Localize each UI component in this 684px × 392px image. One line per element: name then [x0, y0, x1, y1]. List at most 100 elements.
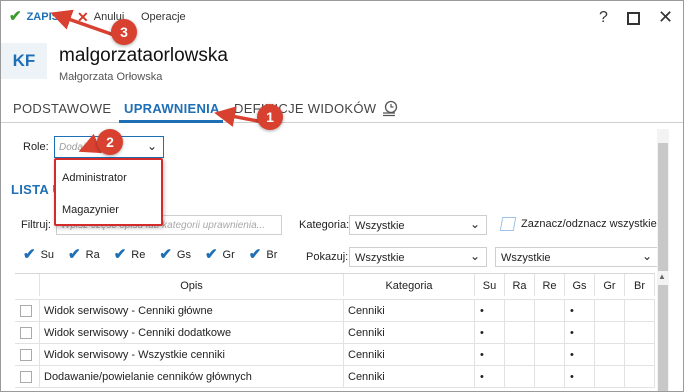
- checkbox-label: Gs: [176, 249, 191, 261]
- show-label: Pokazuj:: [306, 251, 349, 263]
- checkbox-label: Gr: [222, 249, 235, 261]
- cell-re: [535, 344, 565, 366]
- table-row[interactable]: Widok serwisowy - Wszystkie cenniki Cenn…: [15, 344, 655, 366]
- column-header-kategoria[interactable]: Kategoria: [344, 274, 475, 296]
- cancel-icon: ✕: [77, 9, 89, 25]
- category-label: Kategoria:: [299, 219, 350, 231]
- cell-kategoria: Cenniki: [344, 366, 475, 388]
- roles-label: Role:: [23, 141, 49, 153]
- select-all-icon: [499, 217, 517, 231]
- cell-re: [535, 366, 565, 388]
- table-row[interactable]: Widok serwisowy - Cenniki główne Cenniki…: [15, 300, 655, 322]
- check-icon: ✔: [248, 246, 262, 263]
- toggle-all-label: Zaznacz/odznacz wszystkie: [521, 218, 657, 230]
- checkbox-label: Su: [40, 249, 55, 261]
- cell-gr: [595, 366, 625, 388]
- chevron-down-icon: ⌄: [469, 249, 480, 263]
- show-select-2[interactable]: Wszystkie ⌄: [495, 247, 659, 267]
- role-option-magazynier[interactable]: Magazynier: [62, 204, 119, 216]
- checkbox-label: Re: [131, 249, 146, 261]
- checkbox-re[interactable]: ✔ Re: [113, 246, 146, 263]
- toggle-all-button[interactable]: Zaznacz/odznacz wszystkie: [499, 217, 657, 231]
- tab-uprawnienia[interactable]: UPRAWNIENIA: [124, 101, 220, 116]
- cell-gs: •: [565, 344, 595, 366]
- roles-dropdown: Administrator Magazynier: [54, 158, 163, 226]
- checkbox-gs[interactable]: ✔ Gs: [159, 247, 191, 262]
- cell-ra: [505, 300, 535, 322]
- column-header-gs[interactable]: Gs: [565, 274, 595, 296]
- row-checkbox-cell: [15, 322, 40, 344]
- row-checkbox[interactable]: [20, 371, 32, 383]
- user-full-name: Małgorzata Orłowska: [59, 71, 163, 83]
- chevron-down-icon: ⌄: [469, 217, 480, 231]
- show-select[interactable]: Wszystkie ⌄: [349, 247, 487, 267]
- operations-menu[interactable]: Operacje: [141, 11, 186, 23]
- table-header: Opis Kategoria Su Ra Re Gs Gr Br: [15, 274, 655, 300]
- category-select[interactable]: Wszystkie ⌄: [349, 215, 487, 235]
- annotation-badge-3: 3: [111, 19, 137, 45]
- cell-su: •: [475, 366, 505, 388]
- row-checkbox-cell: [15, 366, 40, 388]
- tab-definicje-widokow[interactable]: DEFINICJE WIDOKÓW: [234, 101, 376, 116]
- checkbox-label: Ra: [85, 249, 100, 261]
- column-header-br[interactable]: Br: [625, 274, 655, 296]
- row-checkbox-cell: [15, 344, 40, 366]
- cell-ra: [505, 366, 535, 388]
- cell-su: •: [475, 344, 505, 366]
- table-scroll-thumb[interactable]: [658, 285, 668, 391]
- cell-gs: •: [565, 300, 595, 322]
- check-icon: ✔: [9, 8, 22, 25]
- cell-gr: [595, 322, 625, 344]
- cell-br: [625, 366, 655, 388]
- annotation-badge-2: 2: [97, 129, 123, 155]
- check-icon: ✔: [113, 246, 127, 263]
- checkbox-gr[interactable]: ✔ Gr: [204, 246, 235, 263]
- cell-su: •: [475, 322, 505, 344]
- cell-kategoria: Cenniki: [344, 322, 475, 344]
- header-select-cell: [15, 274, 40, 296]
- table-scrollbar[interactable]: ▲: [657, 271, 669, 391]
- row-checkbox[interactable]: [20, 327, 32, 339]
- permissions-table: Opis Kategoria Su Ra Re Gs Gr Br Widok s…: [15, 273, 655, 391]
- table-row[interactable]: Widok serwisowy - Cenniki dodatkowe Cenn…: [15, 322, 655, 344]
- role-option-administrator[interactable]: Administrator: [62, 172, 127, 184]
- row-checkbox[interactable]: [20, 349, 32, 361]
- save-button[interactable]: ✔ ZAPISZ: [9, 8, 66, 25]
- cell-opis: Widok serwisowy - Cenniki główne: [40, 300, 344, 322]
- tab-podstawowe[interactable]: PODSTAWOWE: [13, 101, 111, 116]
- cell-gr: [595, 300, 625, 322]
- column-header-su[interactable]: Su: [475, 274, 505, 296]
- check-icon: ✔: [23, 246, 36, 263]
- column-header-re[interactable]: Re: [535, 274, 565, 296]
- cell-re: [535, 300, 565, 322]
- column-header-opis[interactable]: Opis: [40, 274, 344, 296]
- active-tab-indicator: [119, 120, 223, 123]
- user-login: malgorzataorlowska: [59, 45, 228, 66]
- checkbox-ra[interactable]: ✔ Ra: [68, 247, 100, 262]
- check-icon: ✔: [204, 246, 218, 263]
- column-header-ra[interactable]: Ra: [505, 274, 535, 296]
- maximize-icon[interactable]: [627, 12, 640, 25]
- cell-opis: Widok serwisowy - Wszystkie cenniki: [40, 344, 344, 366]
- checkbox-br[interactable]: ✔ Br: [248, 246, 278, 263]
- close-icon[interactable]: ✕: [658, 7, 673, 28]
- cell-br: [625, 300, 655, 322]
- checkbox-su[interactable]: ✔ Su: [23, 246, 55, 263]
- cell-kategoria: Cenniki: [344, 344, 475, 366]
- cell-ra: [505, 344, 535, 366]
- column-header-gr[interactable]: Gr: [595, 274, 625, 296]
- tab-bar: PODSTAWOWE UPRAWNIENIA DEFINICJE WIDOKÓW: [1, 95, 683, 123]
- column-checkboxes: ✔ Su ✔ Ra ✔ Re ✔ Gs ✔ Gr ✔ Br: [23, 246, 291, 263]
- toolbar: ✔ ZAPISZ ✕ Anuluj Operacje ? ✕: [1, 1, 683, 37]
- cell-kategoria: Cenniki: [344, 300, 475, 322]
- cell-ra: [505, 322, 535, 344]
- cell-su: •: [475, 300, 505, 322]
- row-checkbox[interactable]: [20, 305, 32, 317]
- filter-label: Filtruj:: [21, 219, 51, 231]
- table-row[interactable]: Dodawanie/powielanie cenników głównych C…: [15, 366, 655, 388]
- history-icon[interactable]: [381, 99, 399, 117]
- category-value: Wszystkie: [355, 220, 405, 232]
- help-icon[interactable]: ?: [599, 9, 608, 27]
- cell-re: [535, 322, 565, 344]
- scroll-up-icon[interactable]: ▲: [658, 272, 666, 281]
